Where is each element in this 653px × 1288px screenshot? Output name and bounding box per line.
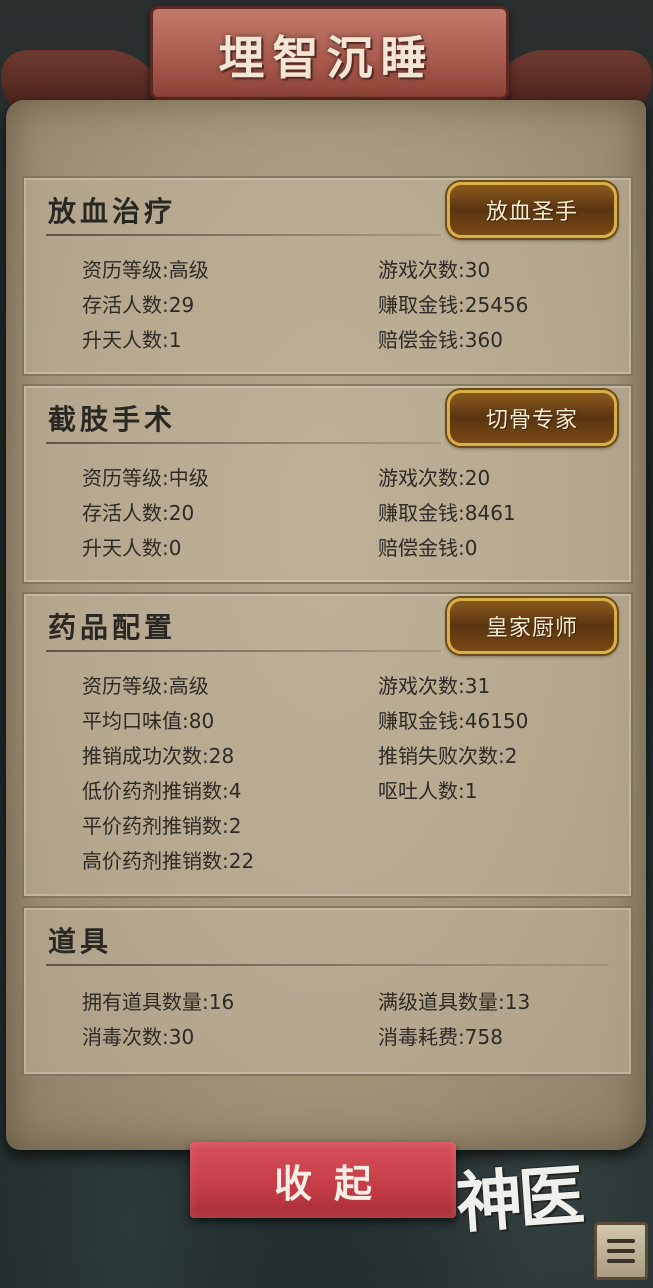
section-medicine: 药品配置 皇家厨师 资历等级:高级 游戏次数:31 平均口味值:80 赚取金钱:… <box>22 592 633 898</box>
badge-label: 切骨专家 <box>485 408 578 433</box>
page-title: 埋智沉睡 <box>218 31 435 85</box>
section-divider <box>46 964 609 966</box>
section-amputation: 截肢手术 切骨专家 资历等级:中级 游戏次数:20 存活人数:20 赚取金钱:8… <box>22 384 633 584</box>
stat-item: 呕吐人数:1 <box>378 779 478 803</box>
stat-item: 赚取金钱:25456 <box>378 293 529 317</box>
collapse-button-label: 收起 <box>273 1161 394 1206</box>
stat-item: 存活人数:29 <box>82 293 195 317</box>
stat-item: 消毒耗费:758 <box>378 1025 503 1049</box>
stat-item: 升天人数:1 <box>82 328 182 352</box>
stat-item: 升天人数:0 <box>82 536 182 560</box>
stat-item: 游戏次数:20 <box>378 466 491 490</box>
stat-item: 推销成功次数:28 <box>82 744 235 768</box>
badge-label: 放血圣手 <box>485 200 578 225</box>
stat-item: 资历等级:高级 <box>82 674 209 698</box>
section-bloodletting: 放血治疗 放血圣手 资历等级:高级 游戏次数:30 存活人数:29 赚取金钱:2… <box>22 176 633 376</box>
stat-item: 拥有道具数量:16 <box>82 990 235 1014</box>
section-title: 放血治疗 <box>48 195 177 228</box>
stat-item: 满级道具数量:13 <box>378 990 531 1014</box>
stat-item: 赔偿金钱:360 <box>378 328 503 352</box>
section-divider <box>46 442 441 444</box>
collapse-button[interactable]: 收起 <box>190 1142 456 1218</box>
stat-item: 游戏次数:31 <box>378 674 491 698</box>
stat-item: 存活人数:20 <box>82 501 195 525</box>
menu-icon[interactable] <box>594 1222 648 1280</box>
section-title: 道具 <box>48 925 113 958</box>
stat-item: 消毒次数:30 <box>82 1025 195 1049</box>
achievement-badge: 切骨专家 <box>447 390 617 446</box>
section-items: 道具 拥有道具数量:16 满级道具数量:13 消毒次数:30 消毒耗费:758 <box>22 906 633 1076</box>
achievement-badge: 放血圣手 <box>447 182 617 238</box>
stat-item: 游戏次数:30 <box>378 258 491 282</box>
stat-item: 平均口味值:80 <box>82 709 215 733</box>
section-title: 截肢手术 <box>48 403 177 436</box>
stat-item: 低价药剂推销数:4 <box>82 779 242 803</box>
stat-item: 资历等级:中级 <box>82 466 209 490</box>
section-title: 药品配置 <box>48 611 177 644</box>
section-divider <box>46 650 441 652</box>
stat-item: 赚取金钱:46150 <box>378 709 529 733</box>
achievement-badge: 皇家厨师 <box>447 598 617 654</box>
stat-item: 资历等级:高级 <box>82 258 209 282</box>
stat-item: 高价药剂推销数:22 <box>82 849 255 873</box>
stat-item: 推销失败次数:2 <box>378 744 518 768</box>
stat-item: 平价药剂推销数:2 <box>82 814 242 838</box>
stat-item: 赔偿金钱:0 <box>378 536 478 560</box>
section-divider <box>46 234 441 236</box>
badge-label: 皇家厨师 <box>485 616 578 641</box>
stat-item: 赚取金钱:8461 <box>378 501 516 525</box>
